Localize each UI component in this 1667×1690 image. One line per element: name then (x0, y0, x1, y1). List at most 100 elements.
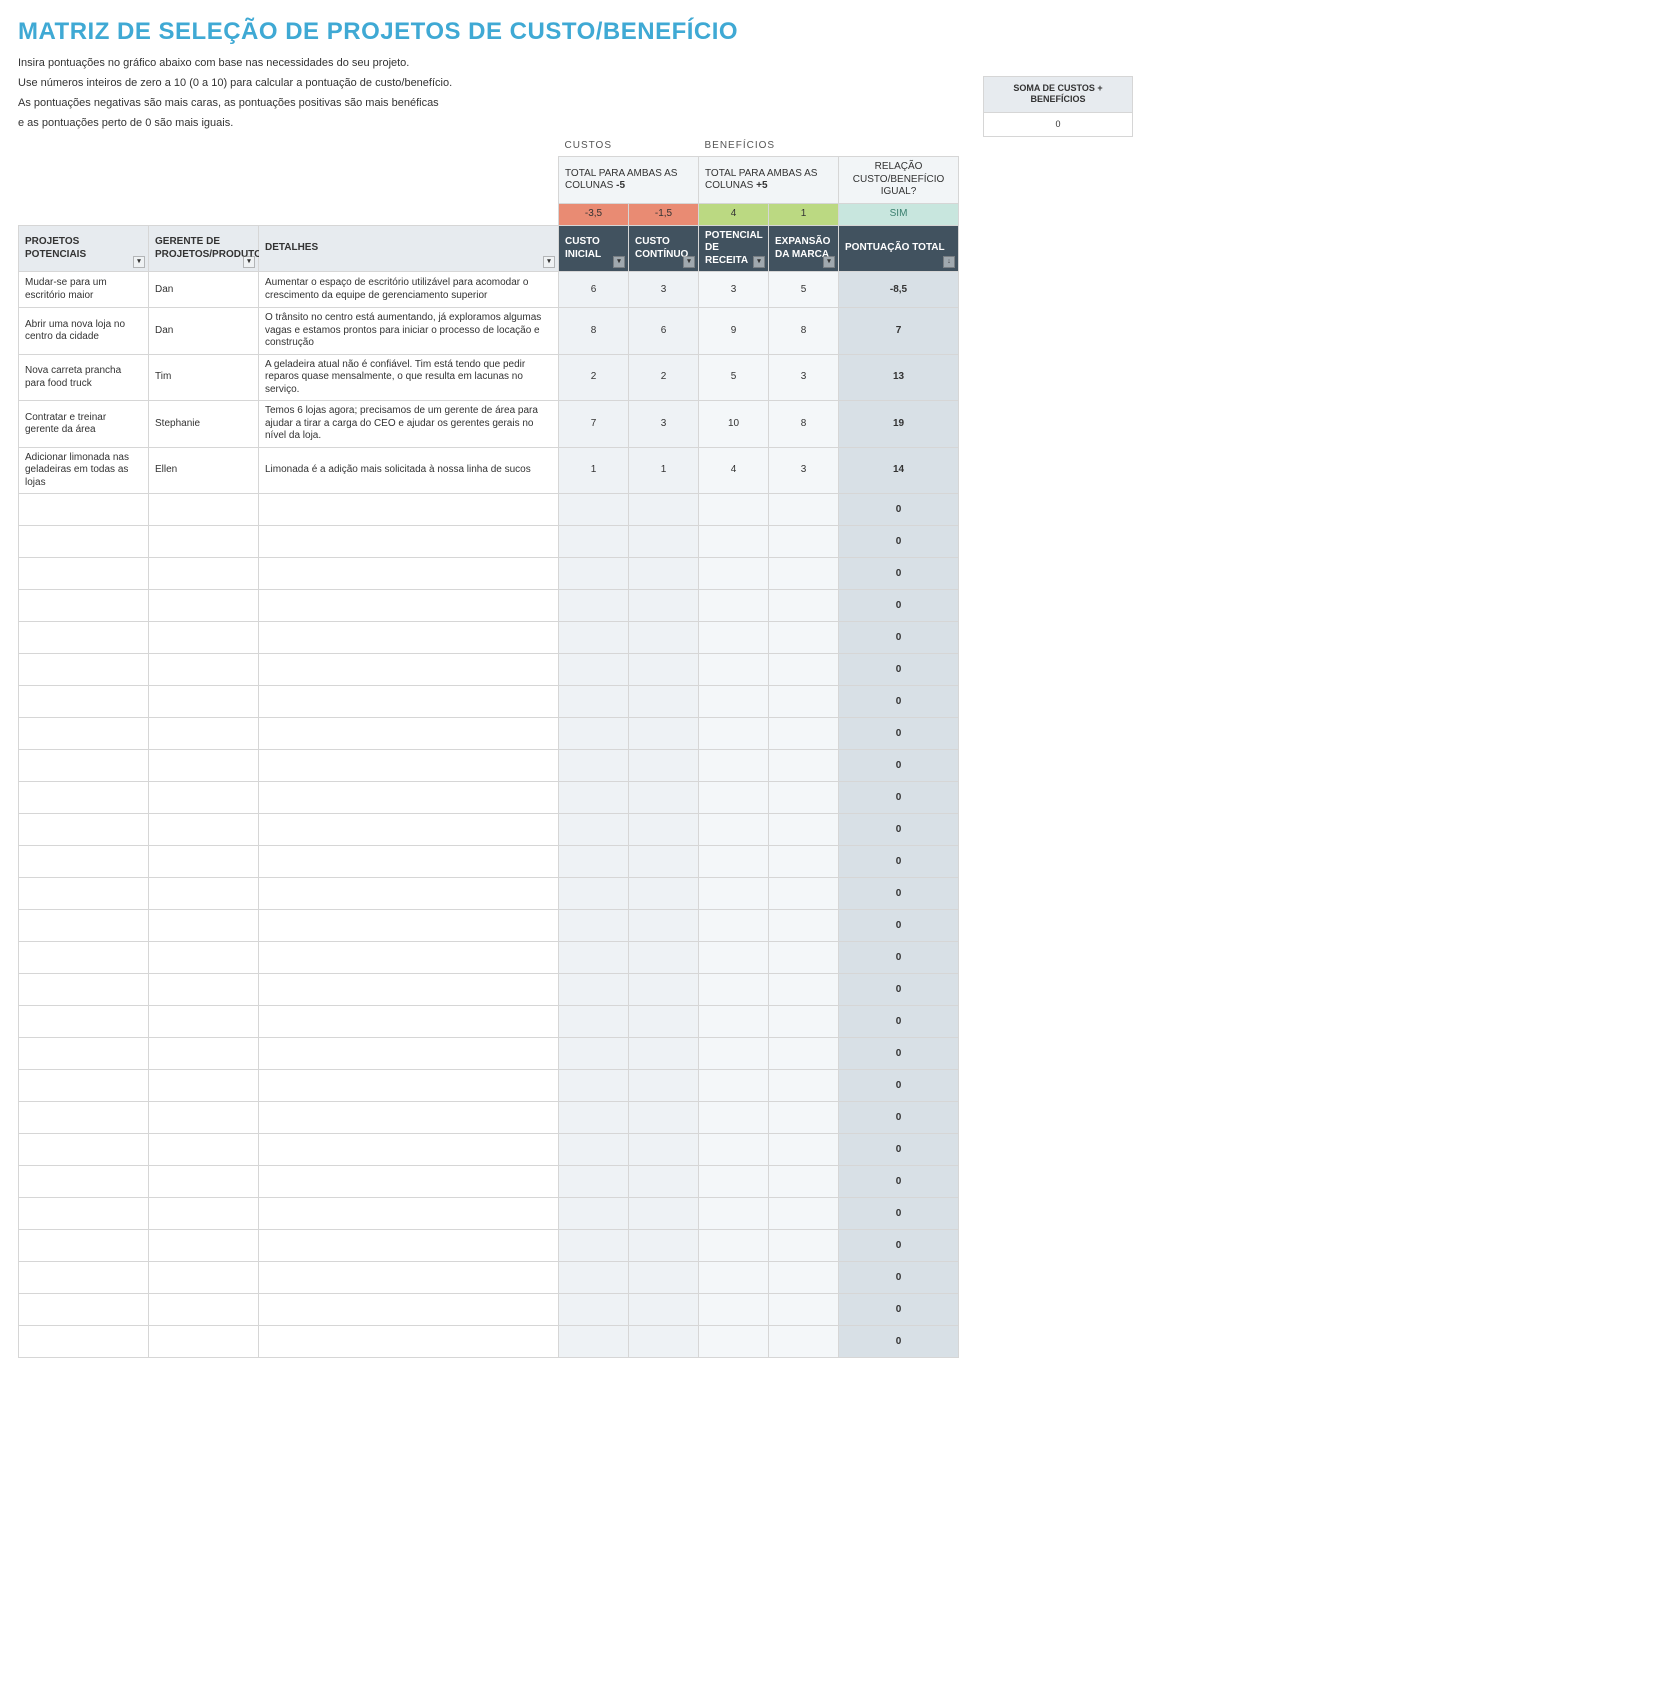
cell-project[interactable] (19, 1198, 149, 1230)
cell-cost-ongoing[interactable] (629, 1166, 699, 1198)
cell-manager[interactable] (149, 686, 259, 718)
cell-manager[interactable] (149, 750, 259, 782)
cell-manager[interactable] (149, 718, 259, 750)
cell-manager[interactable] (149, 654, 259, 686)
cell-details[interactable]: Temos 6 lojas agora; precisamos de um ge… (259, 401, 559, 448)
cell-cost-initial[interactable] (559, 1198, 629, 1230)
filter-icon[interactable]: ▾ (543, 256, 555, 268)
weight-cost-ongoing[interactable]: -1,5 (629, 203, 699, 225)
cell-cost-ongoing[interactable]: 3 (629, 272, 699, 308)
cell-manager[interactable]: Stephanie (149, 401, 259, 448)
cell-benefit-revenue[interactable] (699, 558, 769, 590)
cell-benefit-revenue[interactable] (699, 1198, 769, 1230)
cell-cost-ongoing[interactable] (629, 1262, 699, 1294)
cell-benefit-brand[interactable] (769, 558, 839, 590)
cell-details[interactable] (259, 686, 559, 718)
cell-project[interactable]: Mudar-se para um escritório maior (19, 272, 149, 308)
cell-benefit-brand[interactable] (769, 878, 839, 910)
cell-benefit-brand[interactable]: 8 (769, 401, 839, 448)
cell-benefit-revenue[interactable] (699, 942, 769, 974)
cell-benefit-brand[interactable] (769, 526, 839, 558)
header-benefit-revenue[interactable]: POTENCIAL DE RECEITA ▾ (699, 225, 769, 272)
cell-benefit-revenue[interactable] (699, 750, 769, 782)
cell-details[interactable] (259, 1262, 559, 1294)
cell-manager[interactable] (149, 974, 259, 1006)
cell-cost-ongoing[interactable]: 3 (629, 401, 699, 448)
cell-manager[interactable] (149, 622, 259, 654)
header-score-total[interactable]: PONTUAÇÃO TOTAL ↓ (839, 225, 959, 272)
cell-cost-initial[interactable] (559, 1070, 629, 1102)
cell-manager[interactable] (149, 910, 259, 942)
cell-cost-initial[interactable] (559, 1038, 629, 1070)
cell-details[interactable] (259, 1134, 559, 1166)
cell-details[interactable] (259, 494, 559, 526)
cell-project[interactable] (19, 1166, 149, 1198)
cell-cost-initial[interactable] (559, 654, 629, 686)
cell-manager[interactable] (149, 494, 259, 526)
cell-benefit-brand[interactable] (769, 718, 839, 750)
cell-cost-initial[interactable] (559, 782, 629, 814)
cell-cost-ongoing[interactable] (629, 1326, 699, 1358)
cell-benefit-brand[interactable] (769, 622, 839, 654)
cell-manager[interactable] (149, 942, 259, 974)
cell-manager[interactable] (149, 590, 259, 622)
cell-benefit-revenue[interactable] (699, 1006, 769, 1038)
cell-benefit-brand[interactable] (769, 814, 839, 846)
weight-benefit-brand[interactable]: 1 (769, 203, 839, 225)
cell-benefit-revenue[interactable]: 5 (699, 354, 769, 401)
cell-project[interactable] (19, 654, 149, 686)
cell-project[interactable]: Adicionar limonada nas geladeiras em tod… (19, 447, 149, 494)
cell-cost-initial[interactable] (559, 846, 629, 878)
cell-cost-initial[interactable]: 1 (559, 447, 629, 494)
cell-benefit-brand[interactable] (769, 1326, 839, 1358)
cell-manager[interactable] (149, 782, 259, 814)
cell-project[interactable] (19, 878, 149, 910)
cell-details[interactable] (259, 1166, 559, 1198)
cell-cost-initial[interactable] (559, 910, 629, 942)
cell-cost-ongoing[interactable] (629, 686, 699, 718)
cell-details[interactable] (259, 1038, 559, 1070)
header-cost-initial[interactable]: CUSTO INICIAL ▾ (559, 225, 629, 272)
cell-details[interactable] (259, 846, 559, 878)
cell-cost-ongoing[interactable] (629, 910, 699, 942)
cell-cost-ongoing[interactable] (629, 846, 699, 878)
cell-details[interactable]: Aumentar o espaço de escritório utilizáv… (259, 272, 559, 308)
cell-cost-ongoing[interactable] (629, 622, 699, 654)
cell-benefit-revenue[interactable] (699, 1294, 769, 1326)
cell-cost-ongoing[interactable] (629, 1294, 699, 1326)
cell-benefit-brand[interactable] (769, 974, 839, 1006)
filter-icon[interactable]: ▾ (753, 256, 765, 268)
cell-cost-initial[interactable] (559, 686, 629, 718)
cell-benefit-revenue[interactable] (699, 782, 769, 814)
cell-details[interactable]: A geladeira atual não é confiável. Tim e… (259, 354, 559, 401)
cell-manager[interactable] (149, 1294, 259, 1326)
cell-manager[interactable] (149, 1038, 259, 1070)
cell-cost-ongoing[interactable] (629, 1038, 699, 1070)
cell-benefit-brand[interactable] (769, 1006, 839, 1038)
cell-cost-initial[interactable] (559, 1326, 629, 1358)
cell-project[interactable] (19, 782, 149, 814)
cell-project[interactable] (19, 590, 149, 622)
cell-cost-ongoing[interactable] (629, 526, 699, 558)
cell-project[interactable] (19, 1326, 149, 1358)
cell-manager[interactable] (149, 846, 259, 878)
cell-benefit-brand[interactable] (769, 686, 839, 718)
cell-details[interactable] (259, 654, 559, 686)
cell-details[interactable] (259, 622, 559, 654)
cell-cost-ongoing[interactable]: 1 (629, 447, 699, 494)
cell-details[interactable] (259, 750, 559, 782)
cell-benefit-brand[interactable] (769, 750, 839, 782)
cell-cost-ongoing[interactable] (629, 718, 699, 750)
cell-project[interactable] (19, 1262, 149, 1294)
cell-project[interactable] (19, 942, 149, 974)
cell-cost-initial[interactable] (559, 590, 629, 622)
cell-benefit-brand[interactable] (769, 1198, 839, 1230)
cell-benefit-revenue[interactable]: 3 (699, 272, 769, 308)
cell-manager[interactable] (149, 1134, 259, 1166)
cell-cost-ongoing[interactable] (629, 654, 699, 686)
filter-icon[interactable]: ▾ (683, 256, 695, 268)
cell-benefit-revenue[interactable] (699, 718, 769, 750)
header-benefit-brand[interactable]: EXPANSÃO DA MARCA ▾ (769, 225, 839, 272)
cell-benefit-brand[interactable] (769, 782, 839, 814)
cell-project[interactable] (19, 494, 149, 526)
